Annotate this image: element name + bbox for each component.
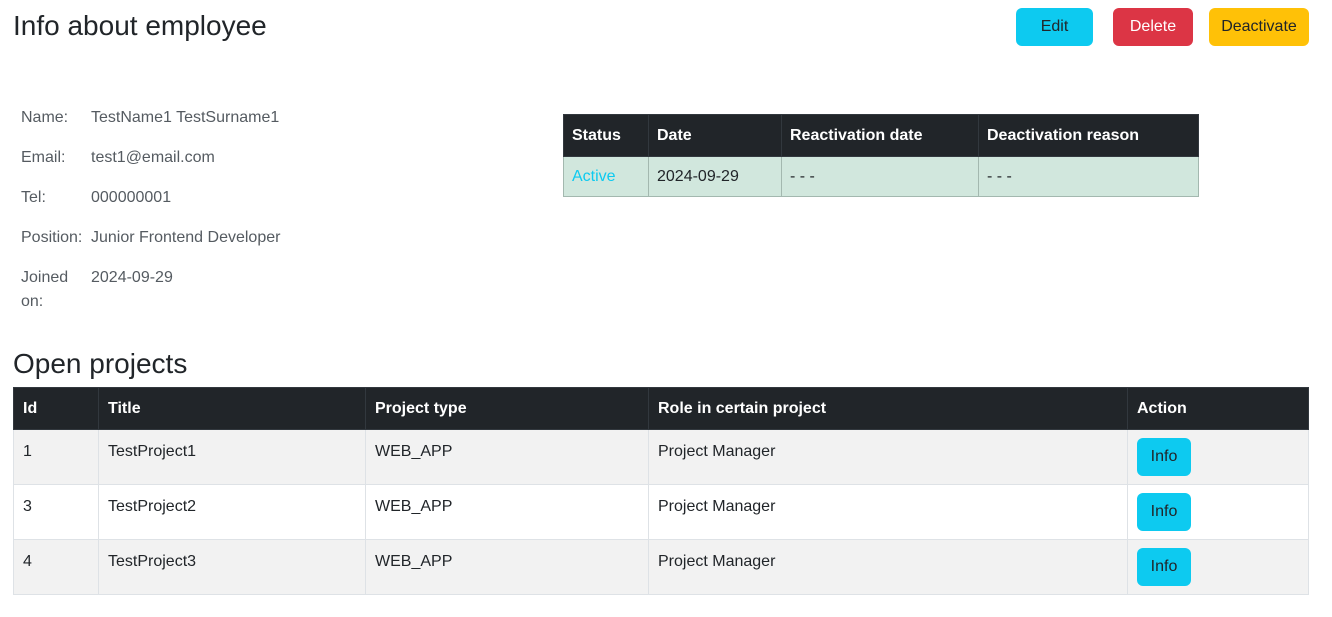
project-title-text: TestProject2 — [108, 498, 197, 515]
status-table: Status Date Reactivation date Deactivati… — [563, 114, 1199, 197]
detail-value: 000000001 — [91, 189, 172, 206]
employee-details: Name: TestName1 TestSurname1 Email: test… — [21, 106, 321, 330]
column-header-project-type: Project type — [365, 387, 649, 430]
page-title: Info about employee — [13, 10, 267, 41]
project-action: Info — [1127, 484, 1309, 540]
project-info-button[interactable]: Info — [1137, 438, 1191, 476]
project-type: WEB_APP — [365, 429, 649, 485]
project-role-text: Project Manager — [658, 443, 776, 460]
project-id: 3 — [13, 484, 99, 540]
project-type-text: WEB_APP — [375, 443, 453, 460]
column-header-id: Id — [13, 387, 99, 430]
project-role-text: Project Manager — [658, 498, 776, 515]
project-type: WEB_APP — [365, 539, 649, 595]
project-role: Project Manager — [648, 484, 1128, 540]
detail-label: Name: — [21, 109, 69, 126]
deactivate-button[interactable]: Deactivate — [1209, 8, 1309, 46]
project-info-button[interactable]: Info — [1137, 493, 1191, 531]
detail-value: test1@email.com — [91, 149, 215, 166]
detail-value: 2024-09-29 — [91, 269, 173, 286]
projects-table-header-row: Id Title Project type Role in certain pr… — [13, 387, 1309, 430]
detail-value: TestName1 TestSurname1 — [91, 109, 280, 126]
employee-info-page: Info about employee Edit Delete Deactiva… — [0, 0, 1332, 617]
project-action: Info — [1127, 429, 1309, 485]
project-info-button[interactable]: Info — [1137, 548, 1191, 586]
status-badge: Active — [563, 156, 649, 197]
status-date: 2024-09-29 — [648, 156, 782, 197]
detail-row-position: Position: Junior Frontend Developer — [21, 226, 321, 250]
detail-label: Position: — [21, 229, 83, 246]
reactivation-date: - - - — [781, 156, 979, 197]
table-row: 1 TestProject1 WEB_APP Project Manager I… — [13, 429, 1309, 485]
column-header-date: Date — [648, 114, 782, 157]
column-header-role: Role in certain project — [648, 387, 1128, 430]
table-row: 4 TestProject3 WEB_APP Project Manager I… — [13, 539, 1309, 595]
status-table-row: Active 2024-09-29 - - - - - - — [563, 156, 1199, 197]
project-id: 4 — [13, 539, 99, 595]
detail-row-joined: Joined on: 2024-09-29 — [21, 266, 321, 314]
projects-table: Id Title Project type Role in certain pr… — [13, 387, 1309, 595]
project-action: Info — [1127, 539, 1309, 595]
column-header-deactivation-reason: Deactivation reason — [978, 114, 1199, 157]
column-header-status: Status — [563, 114, 649, 157]
project-title: TestProject2 — [98, 484, 366, 540]
project-role-text: Project Manager — [658, 553, 776, 570]
project-type: WEB_APP — [365, 484, 649, 540]
project-title: TestProject3 — [98, 539, 366, 595]
project-title-text: TestProject3 — [108, 553, 197, 570]
table-row: 3 TestProject2 WEB_APP Project Manager I… — [13, 484, 1309, 540]
detail-row-email: Email: test1@email.com — [21, 146, 321, 170]
detail-label: Joined on: — [21, 269, 69, 310]
project-id-text: 3 — [23, 498, 32, 515]
project-title: TestProject1 — [98, 429, 366, 485]
detail-label: Email: — [21, 149, 66, 166]
deactivation-reason: - - - — [978, 156, 1199, 197]
column-header-action: Action — [1127, 387, 1309, 430]
project-type-text: WEB_APP — [375, 498, 453, 515]
column-header-title: Title — [98, 387, 366, 430]
detail-row-name: Name: TestName1 TestSurname1 — [21, 106, 321, 130]
column-header-reactivation-date: Reactivation date — [781, 114, 979, 157]
project-title-text: TestProject1 — [108, 443, 197, 460]
project-id-text: 4 — [23, 553, 32, 570]
project-id-text: 1 — [23, 443, 32, 460]
detail-row-tel: Tel: 000000001 — [21, 186, 321, 210]
project-role: Project Manager — [648, 429, 1128, 485]
detail-label: Tel: — [21, 189, 46, 206]
detail-value: Junior Frontend Developer — [91, 229, 281, 246]
project-role: Project Manager — [648, 539, 1128, 595]
open-projects-title: Open projects — [13, 348, 188, 379]
project-type-text: WEB_APP — [375, 553, 453, 570]
project-id: 1 — [13, 429, 99, 485]
delete-button[interactable]: Delete — [1113, 8, 1193, 46]
status-table-header-row: Status Date Reactivation date Deactivati… — [563, 114, 1199, 157]
edit-button[interactable]: Edit — [1016, 8, 1093, 46]
